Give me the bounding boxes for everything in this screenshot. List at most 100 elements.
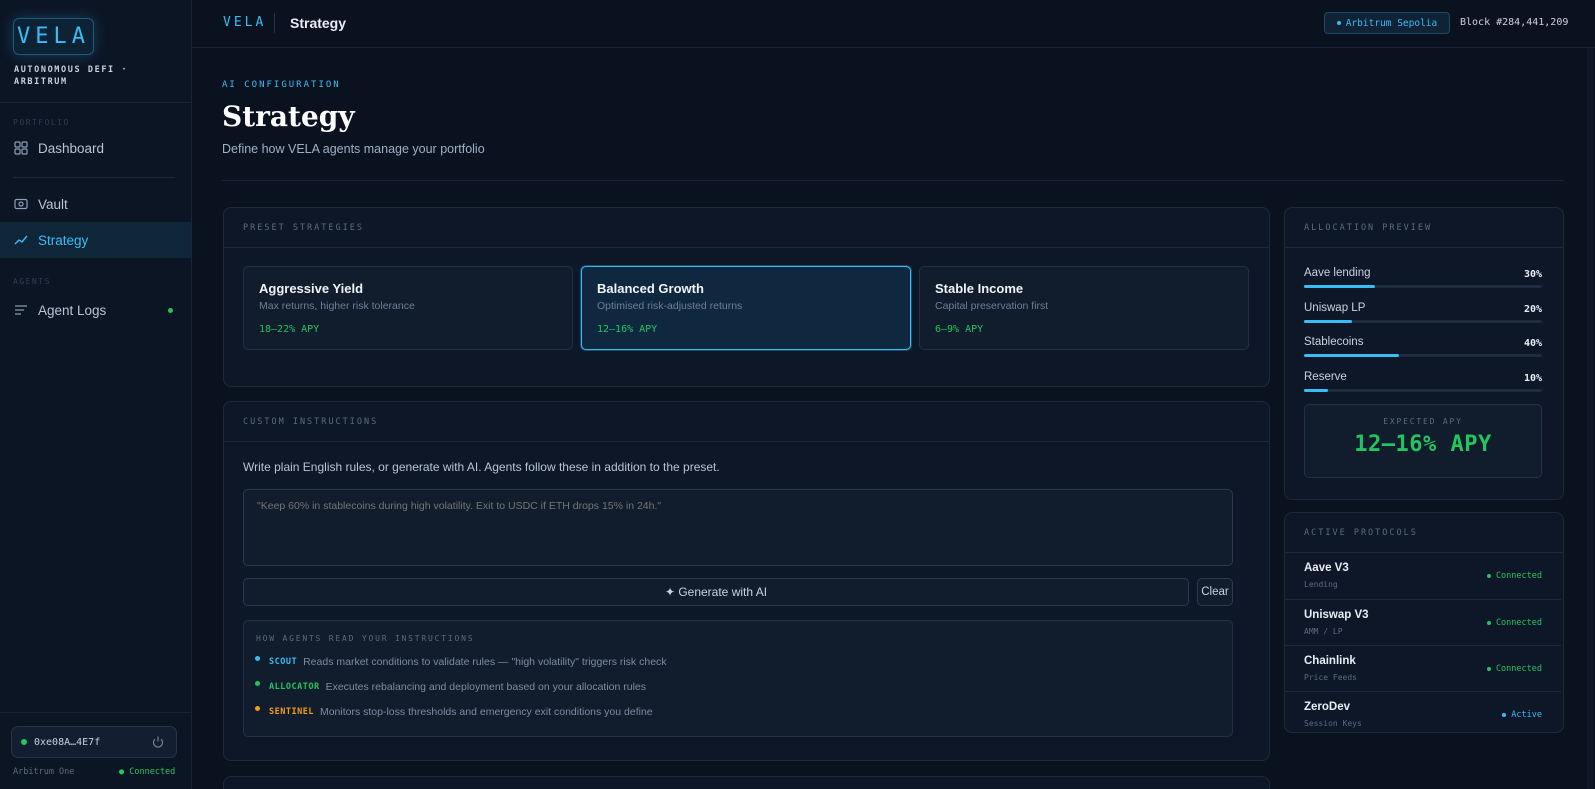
allocation-value: 10%	[1523, 373, 1542, 384]
allocation-bar	[1304, 389, 1542, 392]
allocation-row-uniswap: Uniswap LP 20%	[1304, 302, 1542, 323]
status-label: Connected	[1495, 664, 1542, 674]
allocation-label: Aave lending	[1304, 267, 1371, 279]
preset-card-aggressive[interactable]: Aggressive Yield Max returns, higher ris…	[243, 266, 573, 350]
agent-name: SENTINEL	[269, 707, 314, 717]
divider	[222, 180, 1564, 181]
allocation-label: Uniswap LP	[1304, 302, 1366, 314]
status-badge: Connected	[1486, 571, 1542, 581]
protocol-row-zerodev: ZeroDev Session Keys Active	[1285, 691, 1561, 737]
sidebar-item-vault[interactable]: Vault	[0, 186, 191, 222]
topbar-brand[interactable]: VELA	[223, 15, 266, 30]
sidebar-item-dashboard[interactable]: Dashboard	[0, 130, 191, 166]
list-icon	[14, 303, 28, 317]
preset-strategies-panel: PRESET STRATEGIES Aggressive Yield Max r…	[223, 207, 1270, 387]
preset-card-stable[interactable]: Stable Income Capital preservation first…	[919, 266, 1249, 350]
preset-apy: 18–22% APY	[259, 324, 320, 335]
topbar: VELA Strategy Arbitrum Sepolia Block #28…	[192, 0, 1595, 48]
status-label: Connected	[1495, 618, 1542, 628]
instructions-help: Write plain English rules, or generate w…	[243, 460, 720, 474]
agent-dot	[255, 655, 260, 661]
agent-desc: Reads market conditions to validate rule…	[303, 656, 667, 668]
status-dot	[168, 307, 173, 313]
sidebar: VELA AUTONOMOUS DEFI · ARBITRUM PORTFOLI…	[0, 0, 192, 789]
expected-apy-box: EXPECTED APY 12–16% APY	[1304, 404, 1542, 478]
status-dot	[1336, 21, 1341, 25]
section-portfolio: PORTFOLIO	[13, 118, 70, 127]
protocol-row-aave: Aave V3 Lending Connected	[1285, 553, 1561, 599]
sidebar-item-label: Strategy	[38, 232, 89, 248]
page-eyebrow: AI CONFIGURATION	[222, 80, 341, 90]
agent-name: SCOUT	[269, 657, 298, 667]
panel-title: CUSTOM INSTRUCTIONS	[224, 402, 1269, 442]
status-dot	[1486, 621, 1491, 625]
sidebar-item-label: Vault	[38, 196, 68, 212]
preset-apy: 6–9% APY	[935, 324, 984, 335]
agent-dot	[255, 705, 260, 711]
status-label: Active	[1511, 710, 1542, 720]
protocol-type: Lending	[1304, 580, 1338, 589]
protocol-row-uniswap: Uniswap V3 AMM / LP Connected	[1285, 599, 1561, 645]
protocol-name: Chainlink	[1304, 655, 1356, 667]
status-dot	[1486, 574, 1491, 578]
protocol-name: ZeroDev	[1304, 701, 1351, 713]
allocation-bar	[1304, 320, 1542, 323]
logo[interactable]: VELA	[13, 18, 94, 55]
agent-desc: Monitors stop-loss thresholds and emerge…	[319, 706, 653, 718]
agent-name: ALLOCATOR	[269, 682, 320, 692]
sidebar-item-agent-logs[interactable]: Agent Logs	[0, 292, 191, 328]
wallet-status: ● Connected	[119, 767, 176, 777]
status-label: Connected	[1495, 571, 1542, 581]
vault-icon	[14, 197, 28, 211]
panel-title: PRESET STRATEGIES	[224, 208, 1269, 248]
expected-apy-value: 12–16% APY	[1354, 432, 1492, 457]
status-dot	[21, 739, 27, 745]
allocation-label: Reserve	[1304, 371, 1347, 383]
protocol-name: Uniswap V3	[1304, 609, 1369, 621]
clear-button[interactable]: Clear	[1197, 578, 1233, 606]
protocol-type: AMM / LP	[1304, 627, 1343, 636]
preset-name: Aggressive Yield	[259, 281, 364, 296]
preset-name: Balanced Growth	[597, 281, 704, 296]
allocation-preview-panel: ALLOCATION PREVIEW Aave lending 30% Unis…	[1284, 207, 1564, 500]
status-badge: Connected	[1486, 664, 1542, 674]
preset-desc: Optimised risk-adjusted returns	[597, 300, 743, 312]
allocation-value: 30%	[1523, 269, 1542, 280]
custom-instructions-panel: CUSTOM INSTRUCTIONS Write plain English …	[223, 401, 1270, 761]
page-title: Strategy	[222, 100, 355, 133]
sidebar-item-label: Agent Logs	[38, 302, 107, 318]
network-badge[interactable]: Arbitrum Sepolia	[1324, 12, 1450, 34]
wallet-button[interactable]: 0xe08A…4E7f	[11, 726, 177, 758]
allocation-value: 20%	[1523, 304, 1542, 315]
status-badge: Active	[1502, 710, 1542, 720]
sidebar-item-strategy[interactable]: Strategy	[0, 222, 191, 258]
scrollbar[interactable]	[1587, 48, 1593, 789]
divider	[274, 13, 275, 33]
chart-line-icon	[14, 233, 28, 247]
section-agents: AGENTS	[13, 277, 51, 286]
brand-tagline: AUTONOMOUS DEFI · ARBITRUM	[14, 65, 129, 87]
allocation-bar	[1304, 285, 1542, 288]
active-protocols-panel: ACTIVE PROTOCOLS Aave V3 Lending Connect…	[1284, 512, 1564, 733]
status-dot	[1486, 667, 1491, 671]
agent-row-sentinel: SENTINEL Monitors stop-loss thresholds a…	[255, 705, 653, 718]
preset-card-balanced[interactable]: Balanced Growth Optimised risk-adjusted …	[581, 266, 911, 350]
topbar-title: Strategy	[290, 15, 347, 31]
protocol-row-chainlink: Chainlink Price Feeds Connected	[1285, 645, 1561, 691]
divider	[0, 712, 192, 713]
protocol-type: Price Feeds	[1304, 673, 1357, 682]
agents-howto-box: HOW AGENTS READ YOUR INSTRUCTIONS SCOUT …	[243, 620, 1233, 737]
sidebar-item-label: Dashboard	[38, 140, 105, 156]
power-icon[interactable]	[151, 735, 165, 752]
status-dot	[1502, 713, 1507, 717]
divider	[13, 177, 175, 178]
preset-name: Stable Income	[935, 281, 1024, 296]
howto-title: HOW AGENTS READ YOUR INSTRUCTIONS	[256, 634, 475, 643]
allocation-label: Stablecoins	[1304, 336, 1364, 348]
instructions-input[interactable]	[243, 489, 1233, 566]
preset-desc: Capital preservation first	[935, 300, 1049, 312]
agent-desc: Executes rebalancing and deployment base…	[325, 681, 647, 693]
generate-with-ai-button[interactable]: ✦ Generate with AI	[243, 578, 1189, 606]
protocol-type: Session Keys	[1304, 719, 1362, 728]
preset-desc: Max returns, higher risk tolerance	[259, 300, 415, 312]
